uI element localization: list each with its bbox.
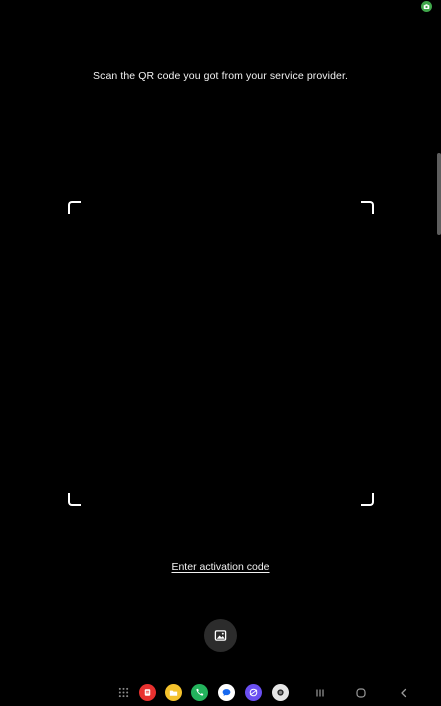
scan-frame-corner-top-right [361,201,374,214]
taskbar [0,682,441,704]
home-button[interactable] [351,683,370,702]
recents-icon [315,689,324,696]
edge-panel-handle[interactable] [437,153,441,235]
scan-frame-corner-top-left [68,201,81,214]
notes-app-icon [139,684,156,701]
scan-frame-corner-bottom-left [68,493,81,506]
scan-frame-corner-bottom-right [361,493,374,506]
back-icon [400,688,406,697]
scan-instruction: Scan the QR code you got from your servi… [93,70,348,82]
messages-app-icon [218,684,235,701]
taskbar-app-internet[interactable] [244,683,263,702]
camera-in-use-indicator [421,1,432,12]
gallery-button[interactable] [204,619,237,652]
image-gallery-icon [214,630,227,641]
folder-app-icon [165,684,182,701]
taskbar-app-messages[interactable] [217,683,236,702]
recents-button[interactable] [310,683,329,702]
internet-app-icon [245,684,262,701]
taskbar-app-camera[interactable] [271,683,290,702]
taskbar-app-my-files[interactable] [164,683,183,702]
taskbar-app-samsung-notes[interactable] [138,683,157,702]
app-drawer-icon [118,687,129,698]
phone-app-icon [191,684,208,701]
camera-icon [423,4,430,9]
back-button[interactable] [394,683,413,702]
app-drawer-button[interactable] [114,683,133,702]
home-icon [355,687,366,698]
camera-app-icon [272,684,289,701]
taskbar-app-phone[interactable] [190,683,209,702]
enter-activation-code-link[interactable]: Enter activation code [171,561,269,573]
